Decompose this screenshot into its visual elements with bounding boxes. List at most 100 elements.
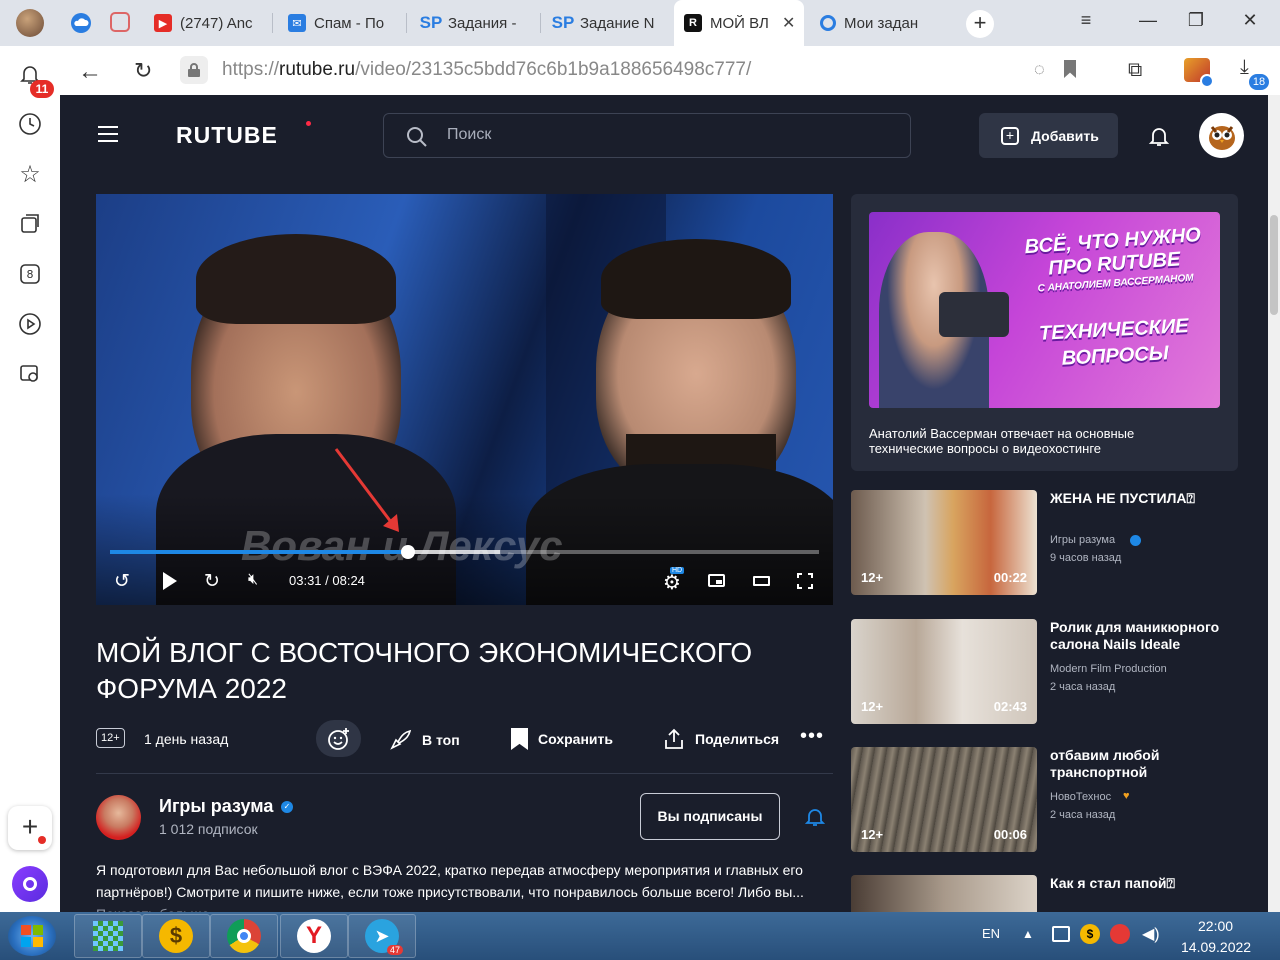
- channel-bell-icon[interactable]: [804, 806, 826, 833]
- back-button[interactable]: ←: [78, 58, 102, 86]
- profile-avatar[interactable]: [16, 9, 44, 37]
- rutube-icon: R: [684, 14, 702, 32]
- show-more-link[interactable]: Показать больше: [96, 903, 833, 912]
- save-button[interactable]: Сохранить: [511, 728, 613, 750]
- rec-channel: НовоТехнос: [1050, 791, 1112, 803]
- new-tab-button[interactable]: +: [966, 10, 994, 38]
- promo-banner: ВСЁ, ЧТО НУЖНО ПРО RUTUBE С АНАТОЛИЕМ ВА…: [869, 212, 1220, 408]
- video-player[interactable]: Вован и Лексус ↺ ↻ 🔇︎ 03:31 / 08:24 ⚙ HD: [96, 194, 833, 605]
- theater-mode-icon[interactable]: [753, 576, 770, 586]
- add-video-button[interactable]: + Добавить: [979, 113, 1118, 158]
- tray-volume-icon[interactable]: ◀): [1142, 924, 1160, 944]
- pip-icon[interactable]: [708, 574, 725, 587]
- extensions-icon[interactable]: ⧉: [1128, 59, 1142, 82]
- reload-button[interactable]: ↻: [134, 58, 152, 84]
- tab-label: Задание N: [580, 14, 655, 32]
- subscriber-count: 1 012 подписок: [159, 821, 258, 837]
- logo-dot: [306, 121, 311, 126]
- rec-item[interactable]: Как я стал папой⍰: [851, 875, 1238, 912]
- promo-card[interactable]: ВСЁ, ЧТО НУЖНО ПРО RUTUBE С АНАТОЛИЕМ ВА…: [851, 194, 1238, 471]
- search-box[interactable]: Поиск: [383, 113, 911, 158]
- history-icon[interactable]: [16, 110, 44, 138]
- chat-icon[interactable]: ◌: [1034, 59, 1045, 80]
- tab-task[interactable]: SP Задание N: [544, 0, 668, 46]
- lock-icon[interactable]: [180, 56, 208, 84]
- mute-icon[interactable]: 🔇︎: [248, 571, 258, 589]
- forward-10-icon[interactable]: ↻: [204, 570, 220, 593]
- play-circle-icon[interactable]: [16, 310, 44, 338]
- telegram-badge: 47: [386, 945, 403, 955]
- play-icon[interactable]: [163, 572, 177, 590]
- notifications-bell-icon[interactable]: [1148, 124, 1170, 153]
- rec-title: отбавим любой транспортной: [1050, 747, 1160, 780]
- tab-tasks[interactable]: SP Задания -: [412, 0, 536, 46]
- url-field[interactable]: https://rutube.ru/video/23135c5bdd76c6b1…: [222, 59, 751, 81]
- start-button[interactable]: [8, 916, 56, 956]
- rec-title: ЖЕНА НЕ ПУСТИЛА⍰: [1050, 490, 1195, 506]
- channel-avatar[interactable]: [96, 795, 141, 840]
- rec-thumbnail: [851, 875, 1037, 912]
- collections-icon[interactable]: [16, 210, 44, 238]
- close-window-icon[interactable]: ✕: [1238, 10, 1262, 31]
- video-time: 03:31 / 08:24: [289, 573, 365, 588]
- taskbar-app-coin[interactable]: $: [142, 914, 210, 958]
- page-scrollbar[interactable]: [1268, 95, 1280, 912]
- windows-taskbar: $ Y ➤ 47 EN ▲ $ ◀) 22:00 14.09.2022: [0, 912, 1280, 960]
- progress-handle[interactable]: [400, 545, 415, 559]
- minimize-icon[interactable]: —: [1136, 10, 1160, 31]
- download-icon[interactable]: ⤓: [1240, 56, 1249, 79]
- taskbar-chrome-icon[interactable]: [210, 914, 278, 958]
- video-description: Я подготовил для Вас небольшой влог с ВЭ…: [96, 859, 833, 912]
- user-avatar[interactable]: [1199, 113, 1244, 158]
- svg-text:8: 8: [27, 268, 34, 281]
- rec-item[interactable]: 12+ 02:43 Ролик для маникюрного салона N…: [851, 619, 1238, 724]
- progress-track[interactable]: [110, 545, 819, 559]
- tray-coin-icon[interactable]: $: [1080, 924, 1100, 944]
- rec-item[interactable]: 12+ 00:22 ЖЕНА НЕ ПУСТИЛА⍰ Игры разума 9…: [851, 490, 1238, 595]
- counter-icon[interactable]: 8: [16, 260, 44, 288]
- alice-icon[interactable]: [12, 866, 48, 902]
- clock-time[interactable]: 22:00: [1198, 918, 1233, 934]
- channel-name[interactable]: Игры разума: [159, 796, 273, 817]
- bookmark-icon[interactable]: [1064, 60, 1076, 78]
- menu-icon[interactable]: ≡: [1074, 10, 1098, 31]
- hamburger-menu-icon[interactable]: [98, 126, 118, 142]
- tab-youtube[interactable]: ▶ (2747) Anc: [144, 0, 272, 46]
- rec-time: 9 часов назад: [1050, 552, 1122, 564]
- tray-network-icon[interactable]: [1052, 926, 1070, 942]
- rec-time: 2 часа назад: [1050, 809, 1116, 821]
- fullscreen-icon[interactable]: [797, 573, 813, 589]
- smiley-plus-icon: [327, 727, 349, 750]
- close-icon[interactable]: ✕: [782, 13, 795, 33]
- taskbar-yandex-browser-icon[interactable]: Y: [280, 914, 348, 958]
- reaction-button[interactable]: [316, 720, 361, 757]
- language-indicator[interactable]: EN: [982, 926, 1000, 941]
- clock-date[interactable]: 14.09.2022: [1181, 939, 1251, 955]
- add-panel-button[interactable]: +: [8, 806, 52, 850]
- rec-title: Ролик для маникюрного салона Nails Ideal…: [1050, 619, 1220, 652]
- tray-expand-icon[interactable]: ▲: [1022, 927, 1034, 941]
- sp-icon: SP: [419, 13, 443, 32]
- tab-rutube-active[interactable]: R МОЙ ВЛ ✕: [674, 0, 804, 46]
- notification-badge: 11: [30, 80, 54, 98]
- more-options-icon[interactable]: •••: [800, 725, 824, 748]
- share-button[interactable]: Поделиться: [663, 728, 779, 750]
- cloud-upload-icon[interactable]: [70, 12, 92, 34]
- pinned-tab-icon[interactable]: [110, 12, 130, 32]
- to-top-button[interactable]: В топ: [388, 728, 460, 752]
- rutube-logo[interactable]: RUTUBE: [176, 122, 278, 149]
- rewind-10-icon[interactable]: ↺: [114, 570, 136, 592]
- tab-my-tasks[interactable]: Мои задан: [810, 0, 934, 46]
- share-icon: [665, 728, 683, 749]
- star-icon[interactable]: ☆: [16, 160, 44, 188]
- search-placeholder: Поиск: [447, 126, 492, 143]
- browser-tab-strip: ▶ (2747) Anc ✉ Спам - По SP Задания - SP…: [0, 0, 1280, 46]
- subscribed-button[interactable]: Вы подписаны: [640, 793, 780, 840]
- rec-item[interactable]: 12+ 00:06 отбавим любой транспортной Нов…: [851, 747, 1238, 852]
- tray-antivirus-icon[interactable]: [1110, 924, 1130, 944]
- restore-icon[interactable]: ❐: [1184, 10, 1208, 31]
- taskbar-telegram-icon[interactable]: ➤ 47: [348, 914, 416, 958]
- screenshot-icon[interactable]: [16, 360, 44, 388]
- tab-mail[interactable]: ✉ Спам - По: [278, 0, 402, 46]
- taskbar-app-mosaic[interactable]: [74, 914, 142, 958]
